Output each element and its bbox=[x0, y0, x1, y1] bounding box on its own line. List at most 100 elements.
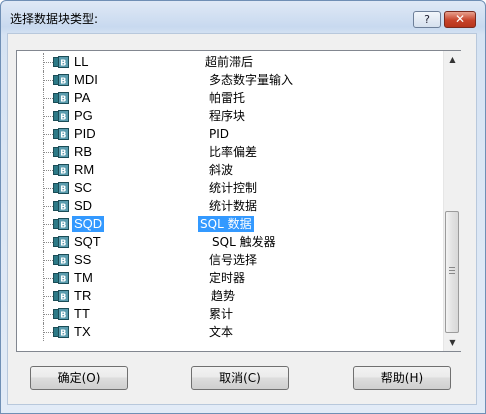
block-description: 统计数据 bbox=[209, 199, 258, 213]
block-icon: B bbox=[53, 128, 69, 140]
block-description: 定时器 bbox=[209, 271, 246, 285]
list-item[interactable]: B TM 定时器 bbox=[17, 269, 443, 287]
block-description: 帕雷托 bbox=[209, 91, 246, 105]
cancel-button[interactable]: 取消(C) bbox=[191, 366, 289, 390]
list-item[interactable]: B TT 累计 bbox=[17, 305, 443, 323]
block-type-list[interactable]: B LL 超前滞后 B MDI 多态数字量输入 B PA 帕雷托 B PG 程序块 B PID PID B RB… bbox=[16, 50, 461, 352]
tree-line bbox=[43, 98, 53, 99]
tree-line bbox=[43, 332, 53, 333]
scroll-down-arrow-icon[interactable]: ▼ bbox=[444, 334, 461, 351]
block-icon: B bbox=[53, 290, 69, 302]
block-icon: B bbox=[53, 164, 69, 176]
svg-text:B: B bbox=[60, 131, 66, 140]
block-description: 累计 bbox=[209, 307, 234, 321]
grip-line bbox=[449, 267, 455, 268]
tree-line bbox=[43, 296, 53, 297]
block-icon: B bbox=[53, 200, 69, 212]
block-icon: B bbox=[53, 182, 69, 194]
block-code: LL bbox=[74, 54, 89, 69]
svg-text:B: B bbox=[60, 77, 66, 86]
list-item[interactable]: B SD 统计数据 bbox=[17, 197, 443, 215]
block-code: TT bbox=[74, 306, 90, 321]
list-item[interactable]: B SQD SQL 数据 bbox=[17, 215, 443, 233]
grip-line bbox=[449, 273, 455, 274]
svg-text:B: B bbox=[60, 239, 66, 248]
tree-line bbox=[43, 80, 53, 81]
svg-text:B: B bbox=[60, 311, 66, 320]
svg-text:B: B bbox=[60, 221, 66, 230]
help-button-titlebar[interactable]: ? bbox=[413, 11, 441, 28]
block-description: 斜波 bbox=[209, 163, 234, 177]
block-icon: B bbox=[53, 56, 69, 68]
block-code: RM bbox=[74, 162, 95, 177]
block-code: TR bbox=[74, 288, 92, 303]
scrollbar-thumb[interactable] bbox=[445, 211, 459, 333]
grip-line bbox=[449, 270, 455, 271]
tree-line bbox=[43, 206, 53, 207]
block-code: TX bbox=[74, 324, 91, 339]
block-code: SC bbox=[74, 180, 93, 195]
block-description: 趋势 bbox=[211, 289, 236, 303]
block-code: SQT bbox=[74, 234, 101, 249]
block-code: PA bbox=[74, 90, 91, 105]
block-description: 超前滞后 bbox=[205, 55, 254, 69]
block-icon: B bbox=[53, 326, 69, 338]
list-item[interactable]: B SQT SQL 触发器 bbox=[17, 233, 443, 251]
svg-text:B: B bbox=[60, 203, 66, 212]
block-icon: B bbox=[53, 110, 69, 122]
list-item[interactable]: B TR 趋势 bbox=[17, 287, 443, 305]
block-description: 文本 bbox=[209, 325, 234, 339]
block-icon: B bbox=[53, 308, 69, 320]
list-rows: B LL 超前滞后 B MDI 多态数字量输入 B PA 帕雷托 B PG 程序块 B PID PID B RB… bbox=[17, 53, 443, 341]
svg-text:B: B bbox=[60, 275, 66, 284]
list-item[interactable]: B SS 信号选择 bbox=[17, 251, 443, 269]
tree-line bbox=[43, 242, 53, 243]
block-description: 多态数字量输入 bbox=[209, 73, 294, 87]
tree-line bbox=[43, 278, 53, 279]
tree-line bbox=[43, 62, 53, 63]
block-description: SQL 触发器 bbox=[212, 235, 276, 249]
block-icon: B bbox=[53, 254, 69, 266]
tree-line bbox=[43, 260, 53, 261]
block-icon: B bbox=[53, 236, 69, 248]
list-item[interactable]: B PID PID bbox=[17, 125, 443, 143]
svg-text:B: B bbox=[60, 257, 66, 266]
block-code: TM bbox=[74, 270, 93, 285]
list-item[interactable]: B TX 文本 bbox=[17, 323, 443, 341]
window-title: 选择数据块类型: bbox=[10, 12, 99, 26]
list-item[interactable]: B PA 帕雷托 bbox=[17, 89, 443, 107]
block-description: 比率偏差 bbox=[209, 145, 258, 159]
tree-line bbox=[43, 134, 53, 135]
svg-text:B: B bbox=[60, 149, 66, 158]
title-bar[interactable]: 选择数据块类型: ? ✕ bbox=[1, 1, 485, 31]
tree-line bbox=[43, 170, 53, 171]
svg-text:B: B bbox=[60, 113, 66, 122]
ok-button[interactable]: 确定(O) bbox=[30, 366, 128, 390]
block-code: PG bbox=[74, 108, 93, 123]
svg-text:B: B bbox=[60, 95, 66, 104]
svg-text:B: B bbox=[60, 185, 66, 194]
block-code: SS bbox=[74, 252, 92, 267]
tree-line bbox=[43, 224, 53, 225]
block-code: MDI bbox=[74, 72, 98, 87]
block-code: RB bbox=[74, 144, 93, 159]
block-code: SQD bbox=[72, 216, 105, 232]
tree-line bbox=[43, 116, 53, 117]
list-item[interactable]: B MDI 多态数字量输入 bbox=[17, 71, 443, 89]
block-icon: B bbox=[53, 272, 69, 284]
list-item[interactable]: B PG 程序块 bbox=[17, 107, 443, 125]
block-description: 统计控制 bbox=[209, 181, 258, 195]
close-button[interactable]: ✕ bbox=[444, 11, 476, 28]
vertical-scrollbar[interactable]: ▲ ▼ bbox=[443, 51, 461, 351]
svg-text:B: B bbox=[60, 329, 66, 338]
block-icon: B bbox=[53, 92, 69, 104]
tree-line bbox=[43, 152, 53, 153]
scroll-up-arrow-icon[interactable]: ▲ bbox=[444, 51, 461, 68]
tree-line bbox=[43, 188, 53, 189]
help-button[interactable]: 帮助(H) bbox=[353, 366, 451, 390]
list-item[interactable]: B RM 斜波 bbox=[17, 161, 443, 179]
list-item[interactable]: B SC 统计控制 bbox=[17, 179, 443, 197]
list-item[interactable]: B RB 比率偏差 bbox=[17, 143, 443, 161]
block-description: PID bbox=[209, 127, 230, 141]
list-item[interactable]: B LL 超前滞后 bbox=[17, 53, 443, 71]
